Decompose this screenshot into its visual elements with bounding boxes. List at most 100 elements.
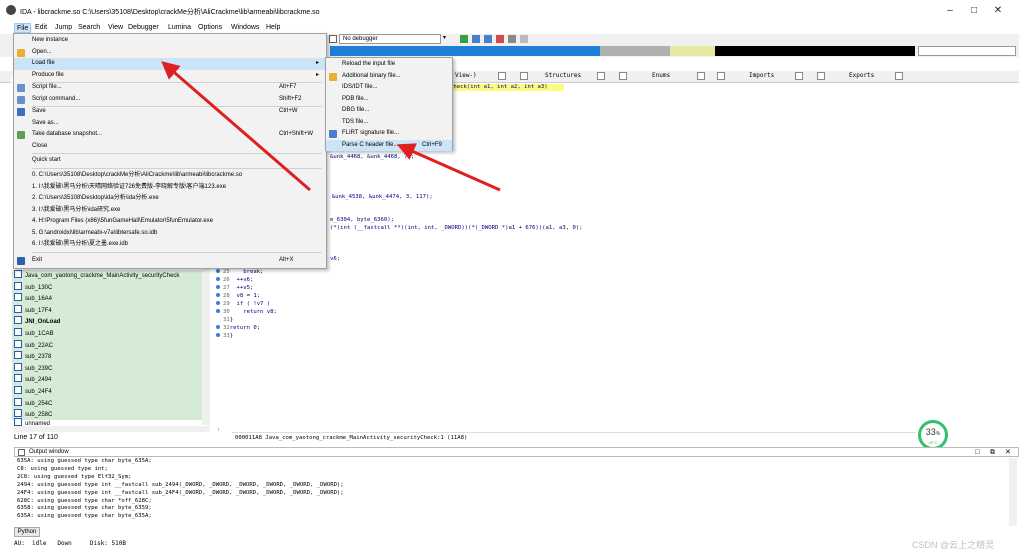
debugger-select[interactable]: No debugger [339,34,441,44]
output-line: 2494: using guessed type int __fastcall … [17,481,344,488]
restore-icon[interactable]: □ [975,448,979,457]
menu-item-open[interactable]: Open... [14,47,326,59]
stop-icon[interactable] [496,35,504,43]
float-icon[interactable]: ⧉ [990,448,995,457]
list-item[interactable]: unnamed [14,418,50,426]
menu-item-script-file[interactable]: Script file... Alt+F7 [14,82,326,94]
menu-file[interactable]: File [14,23,32,33]
functions-scrollbar[interactable] [202,260,210,425]
breakpoint-dot-icon[interactable] [216,277,220,281]
menu-jump[interactable]: Jump [53,23,74,33]
step-icon[interactable] [472,35,480,43]
functions-list[interactable]: Java_com_yaotong_crackme_MainActivity_se… [12,270,202,420]
breakpoint-dot-icon[interactable] [216,325,220,329]
tab-exports[interactable]: Exports [849,72,874,79]
tab-close-icon[interactable] [895,72,903,80]
menu-item-exit[interactable]: Exit Alt+X [14,255,326,267]
attach-icon[interactable] [484,35,492,43]
list-item[interactable]: sub_22AC [14,339,53,352]
menu-view[interactable]: View [106,23,125,33]
menu-item-ids-idt[interactable]: IDS/IDT file... [326,82,452,94]
tab-imports[interactable]: Imports [749,72,774,79]
menu-item-recent-file[interactable]: 5. G:\androidxi\lib\armeabi-v7a\libtersa… [14,228,326,240]
menu-item-recent-file[interactable]: 3. I:\我爱破\黑马分析\ida研究.exe [14,205,326,217]
list-item[interactable]: sub_254C [14,397,52,410]
line-number: 33 [223,333,230,339]
code-line: 26 ++v6; [216,277,277,285]
menu-options[interactable]: Options [196,23,224,33]
list-item[interactable]: sub_130C [14,281,52,294]
menu-item-recent-file[interactable]: 6. I:\我爱破\黑马分析\夏之墨.exe.idb [14,239,326,251]
list-item[interactable]: sub_239C [14,362,52,375]
tab-pseudocode[interactable]: View-) [455,72,477,79]
navigation-bar[interactable] [330,46,915,56]
list-item[interactable]: sub_1CAB [14,328,54,340]
tab-close-icon[interactable] [795,72,803,80]
breakpoint-dot-icon[interactable] [216,293,220,297]
menu-item-load-file[interactable]: Load file ▸ [14,58,326,70]
menu-item-tds[interactable]: TDS file... [326,117,452,129]
breakpoint-dot-icon[interactable] [216,301,220,305]
functions-hscrollbar[interactable] [14,426,210,432]
menu-item-recent-file[interactable]: 0. C:\Users\35108\Desktop\crackMe分析\AliC… [14,170,326,182]
menu-item-dbg[interactable]: DBG file... [326,105,452,117]
menu-debugger[interactable]: Debugger [126,23,161,33]
menu-item-label: Parse C header file... [342,141,399,148]
list-item[interactable]: JNI_OnLoad [14,316,60,328]
tab-close-icon[interactable] [498,72,506,80]
chevron-down-icon[interactable]: ▾ [443,34,451,44]
breakpoint-dot-icon[interactable] [216,333,220,337]
menu-item-produce-file[interactable]: Produce file ▸ [14,70,326,82]
tab-close-icon[interactable] [697,72,705,80]
list-item[interactable]: sub_24F4 [14,386,52,398]
menu-item-parse-c-header[interactable]: Parse C header file... Ctrl+F9 [326,139,452,151]
menu-item-quick-start[interactable]: Quick start [14,155,326,167]
menu-item-take-snapshot[interactable]: Take database snapshot... Ctrl+Shift+W [14,129,326,141]
tab-close-icon[interactable] [597,72,605,80]
list-item[interactable]: sub_2494 [14,374,51,386]
list-item[interactable]: sub_17F4 [14,304,52,317]
menu-edit[interactable]: Edit [33,23,49,33]
maximize-button[interactable]: □ [964,4,984,18]
menu-lumina[interactable]: Lumina [166,23,193,33]
python-tab[interactable]: Python [14,527,40,537]
menu-item-reload-input[interactable]: Reload the input file [326,59,452,71]
output-scrollbar[interactable] [1009,458,1017,526]
tab-structures[interactable]: Structures [545,72,581,79]
menu-item-recent-file[interactable]: 2. C:\Users\35108\Desktop\ida分析\ida分析.ex… [14,193,326,205]
breakpoint-dot-icon[interactable] [216,285,220,289]
output-window[interactable]: 635A: using guessed type char byte_635A;… [14,458,1009,526]
menu-windows[interactable]: Windows [229,23,261,33]
navbar-scroll[interactable] [918,46,1016,56]
menu-item-close[interactable]: Close [14,141,326,153]
minimize-button[interactable]: – [940,4,960,18]
breakpoint-dot-icon[interactable] [216,317,220,321]
menu-item-recent-file[interactable]: 4. H:\Program Files (x86)\5funGameHall\E… [14,216,326,228]
tab-enums[interactable]: Enums [652,72,670,79]
menu-item-script-command[interactable]: Script command... Shift+F2 [14,94,326,106]
list-item[interactable]: Java_com_yaotong_crackme_MainActivity_se… [14,270,179,282]
menu-item-save-as[interactable]: Save as... [14,118,326,130]
pointer-icon[interactable] [520,35,528,43]
menu-item-pdb[interactable]: PDB file... [326,94,452,106]
breakpoint-dot-icon[interactable] [216,309,220,313]
menu-item-flirt[interactable]: FLIRT signature file... [326,128,452,140]
list-item[interactable]: sub_2378 [14,351,51,363]
output-line: 2C8: using guessed type Elf32_Sym; [17,473,132,480]
code-status: 000011A8 Java_com_yaotong_crackme_MainAc… [232,432,916,442]
menu-item-save[interactable]: Save Ctrl+W [14,106,326,118]
menu-item-recent-file[interactable]: 1. I:\我爱破\黑马分析\天晴网络验证726免费版-李晓解专版\客户端123… [14,182,326,194]
menu-help[interactable]: Help [264,23,282,33]
menu-item-additional-binary[interactable]: Additional binary file... [326,71,452,83]
breakpoint-icon[interactable] [508,35,516,43]
menu-search[interactable]: Search [76,23,102,33]
list-item[interactable]: sub_16A4 [14,293,52,305]
line-number: 26 [223,277,230,283]
menu-item-new-instance[interactable]: New instance [14,35,326,47]
close-icon[interactable]: ✕ [1005,448,1011,457]
close-button[interactable]: ✕ [988,4,1008,18]
play-icon[interactable] [460,35,468,43]
menu-item-label: Additional binary file... [342,72,401,79]
breakpoint-dot-icon[interactable] [216,269,220,273]
function-icon [14,304,22,313]
